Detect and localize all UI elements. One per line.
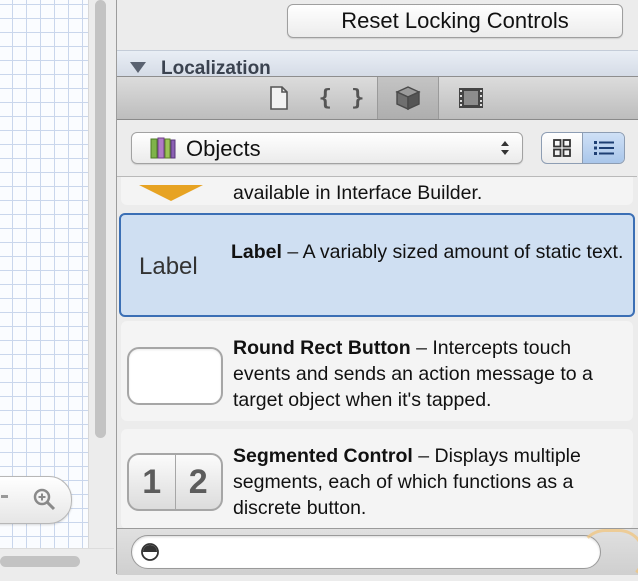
canvas-horizontal-scrollbar[interactable] (0, 556, 80, 567)
file-template-icon (270, 86, 288, 110)
item-name: Round Rect Button (233, 337, 411, 359)
list-item-text: Round Rect Button – Intercepts touch eve… (233, 335, 633, 413)
item-name: Segmented Control (233, 445, 413, 467)
window-corner-highlight (579, 529, 638, 581)
interface-builder-canvas[interactable] (0, 0, 88, 548)
code-snippet-icon: { } (318, 85, 368, 111)
canvas-vertical-scrollbar[interactable] (95, 0, 106, 438)
list-item-text: Label – A variably sized amount of stati… (231, 239, 631, 265)
object-library-list[interactable]: available in Interface Builder. Label La… (117, 176, 637, 529)
icon-view-button[interactable] (542, 133, 583, 163)
library-filter-field[interactable] (131, 535, 601, 569)
item-separator: – (418, 445, 430, 467)
list-view-button[interactable] (583, 133, 624, 163)
library-toolbar: { } (117, 76, 638, 120)
books-icon (150, 137, 176, 159)
localization-section-header[interactable]: Localization (117, 50, 638, 77)
item-separator: – (416, 337, 427, 359)
item-description: A variably sized amount of static text. (302, 241, 624, 263)
segment-1: 1 (129, 455, 176, 509)
item-name: Label (231, 241, 282, 263)
round-rect-button-preview (127, 347, 223, 405)
tab-media-library[interactable] (441, 77, 501, 119)
library-view-toggle (541, 132, 625, 164)
segmented-control-preview: 1 2 (127, 453, 223, 511)
list-item-text: Segmented Control – Displays multiple se… (233, 443, 633, 521)
list-item-segmented-control[interactable]: 1 2 Segmented Control – Displays multipl… (121, 429, 633, 529)
item-separator: – (287, 241, 299, 263)
zoom-in-icon[interactable] (32, 487, 56, 511)
list-view-icon (593, 141, 614, 155)
item-description: available in Interface Builder. (233, 182, 483, 204)
cube-icon (139, 185, 203, 201)
reset-locking-controls-button[interactable]: Reset Locking Controls (287, 4, 623, 38)
library-filter-input[interactable] (168, 540, 592, 566)
tab-object-library[interactable] (377, 77, 439, 119)
library-category-select[interactable]: Objects (131, 132, 523, 164)
list-item[interactable]: available in Interface Builder. (121, 177, 633, 206)
disclosure-triangle-icon[interactable] (130, 62, 146, 73)
library-filter-bar (117, 528, 638, 575)
tab-code-snippets[interactable]: { } (313, 77, 373, 119)
object-library-icon (395, 86, 421, 111)
list-item-label[interactable]: Label Label – A variably sized amount of… (119, 213, 635, 317)
label-preview: Label (139, 253, 198, 280)
media-library-icon (459, 88, 483, 108)
grid-view-icon (553, 139, 571, 157)
list-item-round-rect-button[interactable]: Round Rect Button – Intercepts touch eve… (121, 321, 633, 421)
canvas-horizontal-scrollbar-track[interactable] (0, 548, 114, 575)
select-arrows-icon (501, 141, 509, 155)
library-category-value: Objects (186, 136, 261, 161)
segment-2: 2 (188, 462, 208, 501)
zoom-out-icon[interactable] (1, 495, 8, 498)
localization-section-title: Localization (161, 58, 271, 77)
list-item-description: available in Interface Builder. (233, 180, 633, 206)
tab-file-templates[interactable] (249, 77, 309, 119)
zoom-control (0, 476, 72, 524)
filter-icon (141, 543, 159, 561)
utilities-panel: Reset Locking Controls Localization { } (116, 0, 638, 575)
